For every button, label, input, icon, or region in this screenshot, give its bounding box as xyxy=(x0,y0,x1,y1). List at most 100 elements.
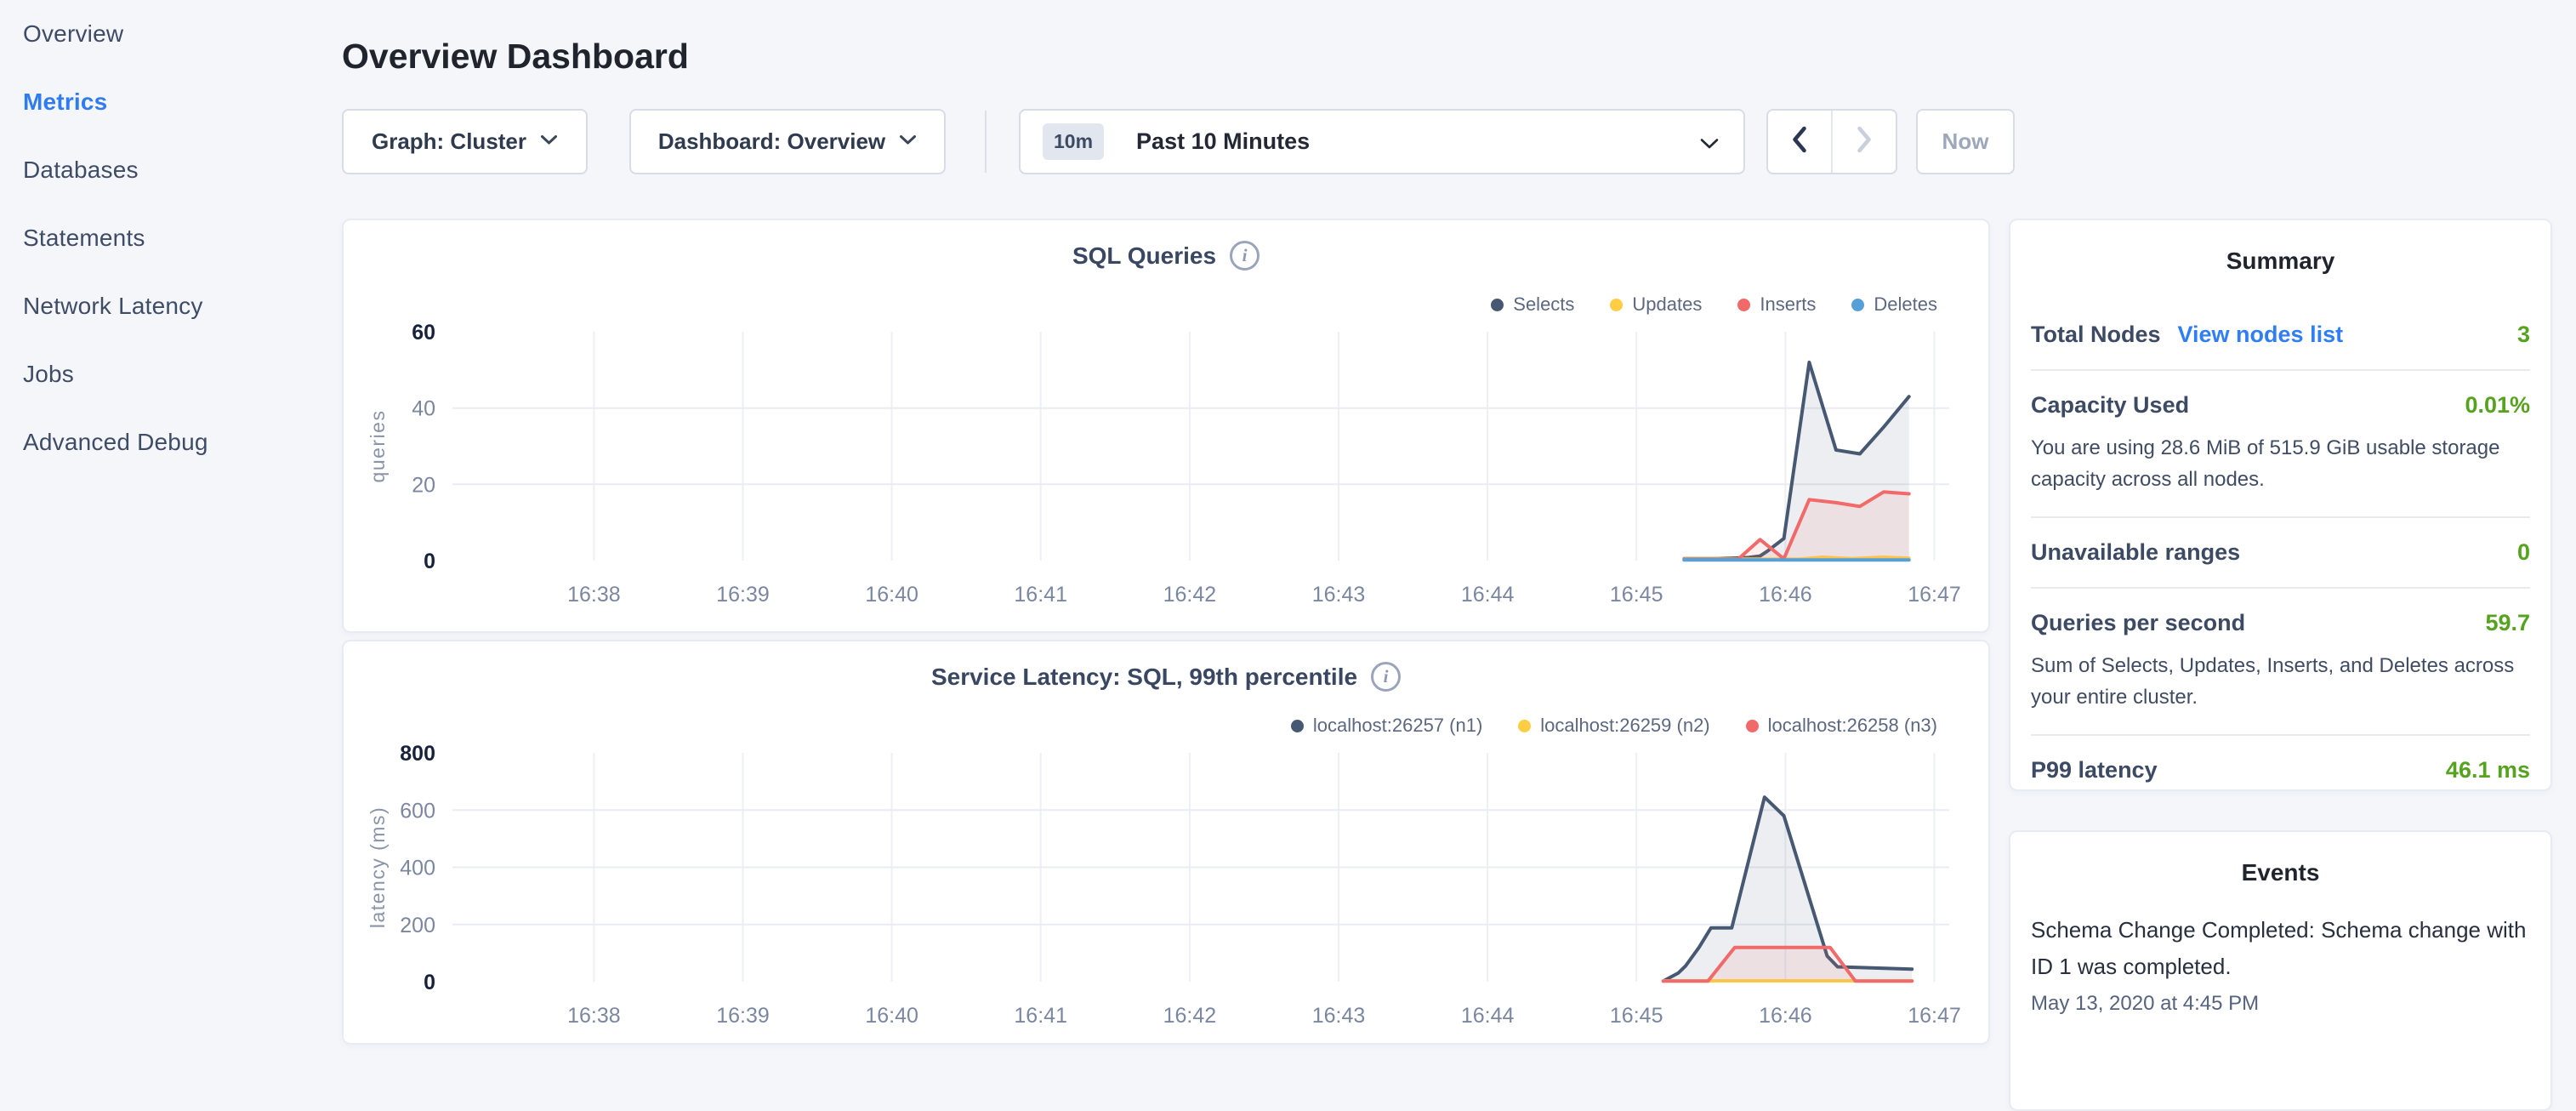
sidebar-nav: OverviewMetricsDatabasesStatementsNetwor… xyxy=(0,0,340,476)
event-text: Schema Change Completed: Schema change w… xyxy=(2031,912,2530,985)
summary-row-line: P99 latency 46.1 ms xyxy=(2031,757,2530,783)
events-panel-title: Events xyxy=(2031,859,2530,886)
legend-dot-icon xyxy=(1491,299,1504,311)
svg-text:16:46: 16:46 xyxy=(1759,583,1812,607)
legend-label: Inserts xyxy=(1760,293,1816,316)
svg-text:queries: queries xyxy=(367,410,389,483)
legend-label: localhost:26257 (n1) xyxy=(1313,715,1482,737)
chevron-left-icon xyxy=(1790,125,1809,158)
legend-item-localhost-26257-n1: localhost:26257 (n1) xyxy=(1291,715,1482,737)
events-panel: Events Schema Change Completed: Schema c… xyxy=(2009,830,2552,1111)
summary-row-line: Capacity Used 0.01% xyxy=(2031,392,2530,419)
legend-label: Selects xyxy=(1513,293,1574,316)
time-window-badge: 10m xyxy=(1043,123,1104,160)
service-latency-legend: localhost:26257 (n1) localhost:26259 (n2)… xyxy=(1291,715,1937,737)
svg-text:200: 200 xyxy=(400,914,435,937)
summary-row-value: 3 xyxy=(2517,322,2530,348)
chevron-down-icon xyxy=(1699,138,1720,154)
time-window-dropdown[interactable]: 10m Past 10 Minutes xyxy=(1019,109,1745,174)
legend-dot-icon xyxy=(1518,720,1531,732)
sql-queries-chart-title-row: SQL Queries i xyxy=(344,241,1988,271)
service-latency-chart: 16:3816:3916:4016:4116:4216:4316:4416:45… xyxy=(364,742,1971,1040)
summary-row-queries-per-second: Queries per second59.7 Sum of Selects, Up… xyxy=(2031,589,2530,736)
sidebar-item-metrics[interactable]: Metrics xyxy=(0,68,340,136)
time-step-buttons xyxy=(1766,109,1897,174)
sidebar-item-overview[interactable]: Overview xyxy=(0,0,340,68)
sidebar-item-jobs[interactable]: Jobs xyxy=(0,340,340,408)
sidebar-item-advanced-debug[interactable]: Advanced Debug xyxy=(0,408,340,476)
svg-text:16:43: 16:43 xyxy=(1312,583,1366,607)
next-time-window-button[interactable] xyxy=(1831,111,1896,173)
sidebar-item-statements[interactable]: Statements xyxy=(0,204,340,272)
summary-row-label: Capacity Used xyxy=(2031,392,2189,419)
legend-dot-icon xyxy=(1851,299,1864,311)
svg-text:16:44: 16:44 xyxy=(1461,1004,1515,1028)
summary-row-value: 59.7 xyxy=(2485,610,2530,636)
legend-label: Updates xyxy=(1632,293,1702,316)
svg-text:600: 600 xyxy=(400,799,435,823)
service-latency-chart-card: Service Latency: SQL, 99th percentile i … xyxy=(342,640,1990,1045)
dashboard-dropdown-label: Dashboard: Overview xyxy=(658,128,885,155)
chevron-down-icon xyxy=(540,134,558,150)
svg-text:16:39: 16:39 xyxy=(716,1004,770,1028)
summary-row-line: Total Nodes View nodes list 3 xyxy=(2031,322,2530,348)
svg-text:16:45: 16:45 xyxy=(1610,583,1663,607)
info-icon[interactable]: i xyxy=(1371,662,1401,692)
graph-scope-dropdown[interactable]: Graph: Cluster xyxy=(342,109,588,174)
legend-label: localhost:26259 (n2) xyxy=(1540,715,1709,737)
legend-item-deletes: Deletes xyxy=(1851,293,1937,316)
sql-queries-chart-card: SQL Queries i Selects Updates Inserts Delet… xyxy=(342,219,1990,633)
summary-panel-title: Summary xyxy=(2031,248,2530,275)
svg-text:16:44: 16:44 xyxy=(1461,583,1515,607)
svg-text:16:45: 16:45 xyxy=(1610,1004,1663,1028)
summary-row-p99-latency: P99 latency 46.1 ms xyxy=(2031,736,2530,805)
sidebar-item-network-latency[interactable]: Network Latency xyxy=(0,272,340,340)
time-window-label: Past 10 Minutes xyxy=(1136,128,1310,155)
legend-dot-icon xyxy=(1746,720,1759,732)
previous-time-window-button[interactable] xyxy=(1768,111,1831,173)
summary-row-label: P99 latency xyxy=(2031,757,2158,783)
summary-row-value: 46.1 ms xyxy=(2446,757,2530,783)
svg-text:40: 40 xyxy=(412,397,435,421)
sql-queries-chart: 16:3816:3916:4016:4116:4216:4316:4416:45… xyxy=(364,321,1971,618)
svg-text:800: 800 xyxy=(400,742,435,766)
event-item: Schema Change Completed: Schema change w… xyxy=(2031,912,2530,1016)
info-icon[interactable]: i xyxy=(1230,241,1260,271)
svg-text:60: 60 xyxy=(412,321,435,345)
svg-text:16:41: 16:41 xyxy=(1014,583,1067,607)
summary-rows: Total Nodes View nodes list 3 Capacity Used… xyxy=(2031,300,2530,805)
summary-row-line: Queries per second59.7 xyxy=(2031,610,2530,636)
event-timestamp: May 13, 2020 at 4:45 PM xyxy=(2031,992,2530,1016)
view-nodes-list-link[interactable]: View nodes list xyxy=(2178,322,2344,348)
svg-text:16:47: 16:47 xyxy=(1908,1004,1961,1028)
summary-row-label: Unavailable ranges xyxy=(2031,539,2240,566)
svg-text:16:38: 16:38 xyxy=(567,583,621,607)
summary-row-value: 0.01% xyxy=(2465,392,2530,419)
summary-row-total-nodes: Total Nodes View nodes list 3 xyxy=(2031,300,2530,371)
svg-text:0: 0 xyxy=(424,550,435,573)
svg-text:16:46: 16:46 xyxy=(1759,1004,1812,1028)
summary-panel: Summary Total Nodes View nodes list 3 Capac… xyxy=(2009,219,2552,791)
chart-title: Service Latency: SQL, 99th percentile xyxy=(931,664,1357,691)
toolbar-divider xyxy=(985,111,987,173)
summary-row-line: Unavailable ranges0 xyxy=(2031,539,2530,566)
summary-row-label: Total Nodes xyxy=(2031,322,2161,348)
graph-scope-dropdown-label: Graph: Cluster xyxy=(372,128,526,155)
chevron-down-icon xyxy=(899,134,917,150)
svg-text:16:47: 16:47 xyxy=(1908,583,1961,607)
dashboard-dropdown[interactable]: Dashboard: Overview xyxy=(629,109,946,174)
service-latency-chart-title-row: Service Latency: SQL, 99th percentile i xyxy=(344,662,1988,692)
chevron-right-icon xyxy=(1855,125,1874,158)
svg-text:16:40: 16:40 xyxy=(865,1004,918,1028)
now-button[interactable]: Now xyxy=(1916,109,2015,174)
sidebar-item-databases[interactable]: Databases xyxy=(0,136,340,204)
svg-text:16:42: 16:42 xyxy=(1163,1004,1217,1028)
legend-item-selects: Selects xyxy=(1491,293,1574,316)
legend-item-updates: Updates xyxy=(1610,293,1702,316)
legend-dot-icon xyxy=(1610,299,1623,311)
legend-dot-icon xyxy=(1291,720,1304,732)
svg-text:16:40: 16:40 xyxy=(865,583,918,607)
now-button-label: Now xyxy=(1942,128,1989,155)
svg-text:16:43: 16:43 xyxy=(1312,1004,1366,1028)
summary-row-description: Sum of Selects, Updates, Inserts, and De… xyxy=(2031,650,2530,713)
